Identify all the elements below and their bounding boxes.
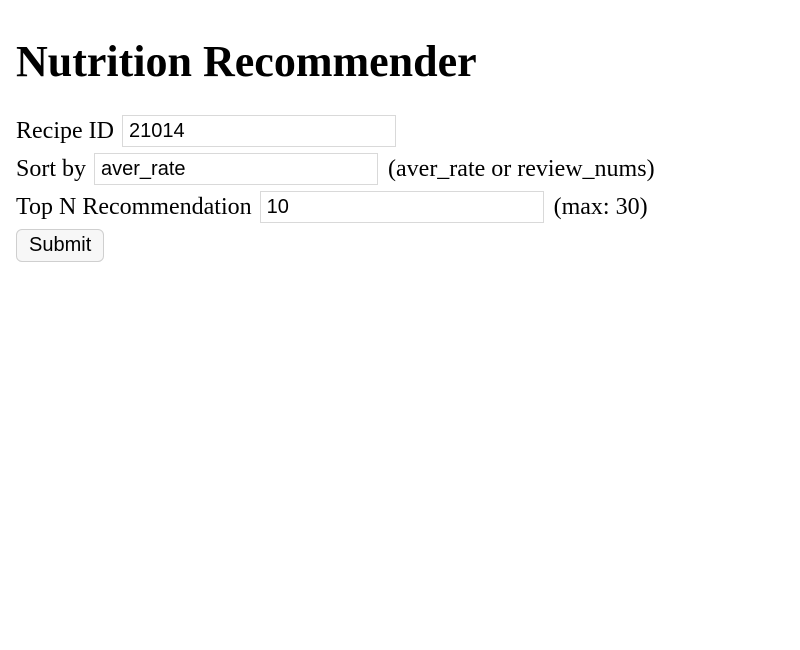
sort-by-hint: (aver_rate or review_nums) (388, 156, 655, 183)
top-n-row: Top N Recommendation (max: 30) (16, 191, 784, 223)
sort-by-input[interactable] (94, 153, 378, 185)
page-title: Nutrition Recommender (16, 36, 784, 87)
sort-by-label: Sort by (16, 156, 86, 183)
top-n-input[interactable] (260, 191, 544, 223)
submit-button[interactable]: Submit (16, 229, 104, 262)
recipe-id-label: Recipe ID (16, 118, 114, 145)
sort-by-row: Sort by (aver_rate or review_nums) (16, 153, 784, 185)
recipe-id-row: Recipe ID (16, 115, 784, 147)
recipe-id-input[interactable] (122, 115, 396, 147)
submit-row: Submit (16, 229, 784, 262)
top-n-label: Top N Recommendation (16, 194, 252, 221)
top-n-hint: (max: 30) (554, 194, 648, 221)
